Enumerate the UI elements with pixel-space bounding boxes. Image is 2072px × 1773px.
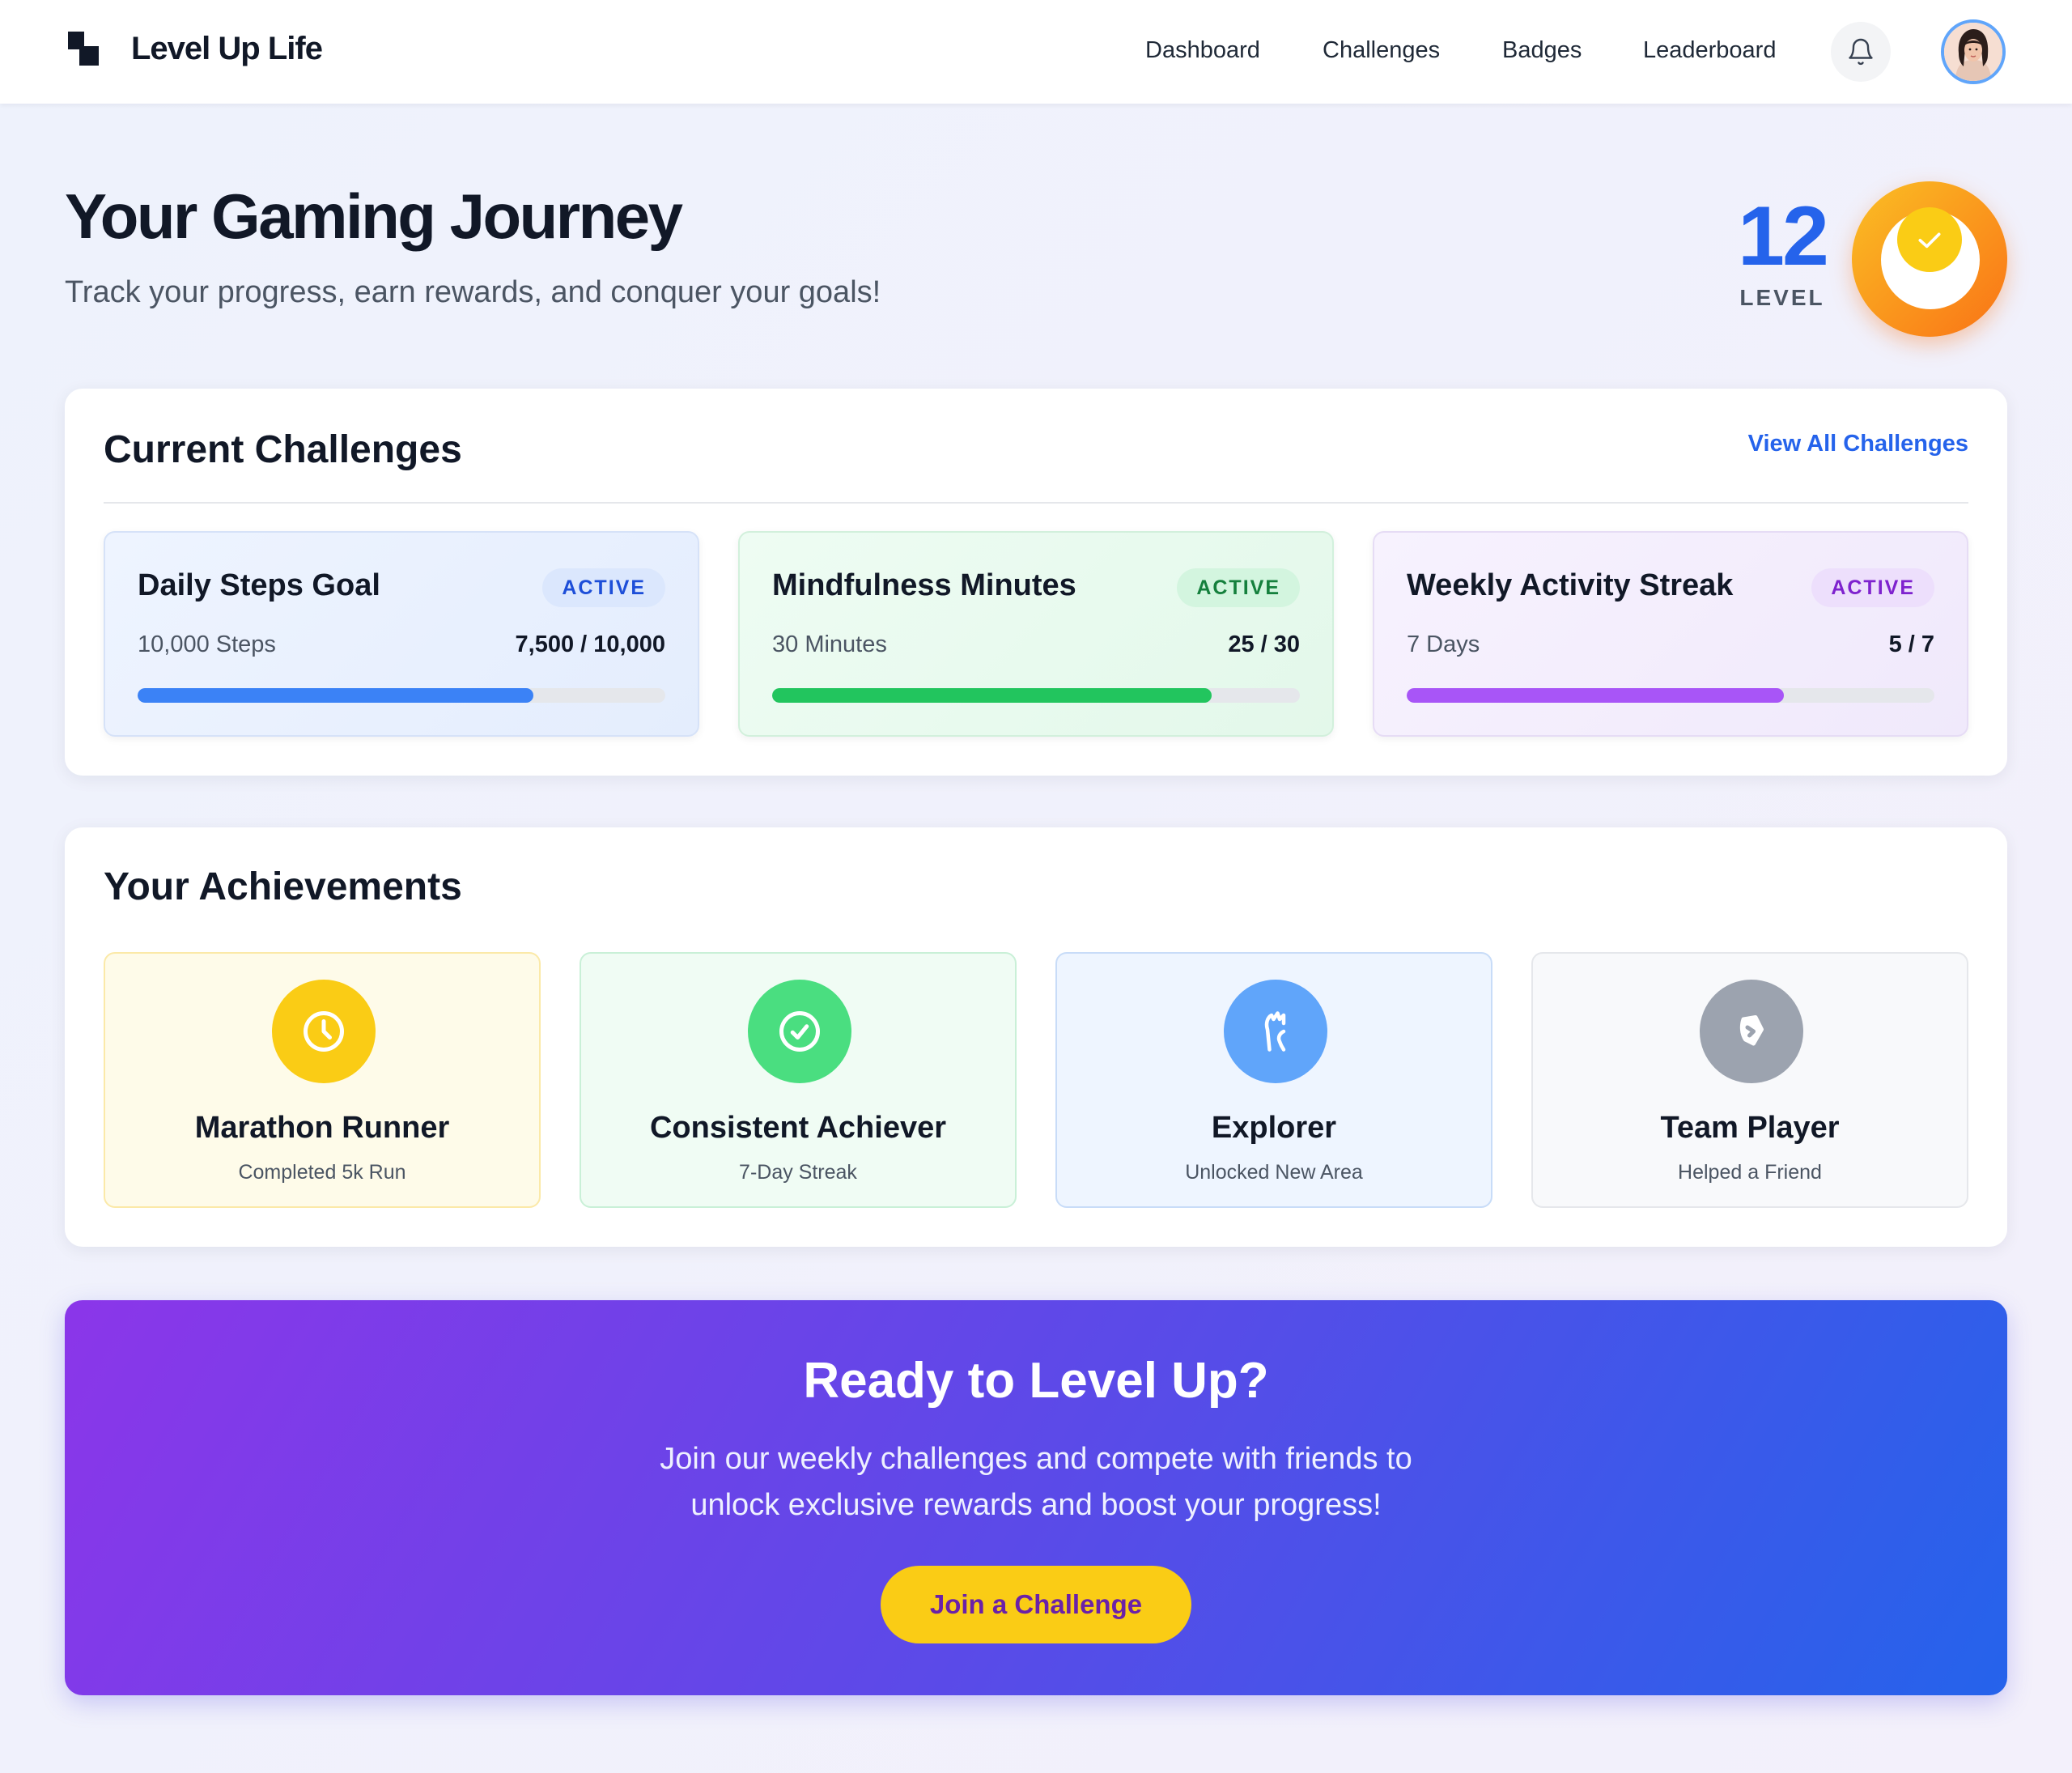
level-label: LEVEL — [1739, 285, 1825, 310]
check-circle-icon — [748, 980, 851, 1083]
progress-bar-fill — [1407, 688, 1784, 703]
bell-icon — [1849, 38, 1873, 66]
avatar-portrait-icon — [1944, 23, 2002, 81]
nav-challenges[interactable]: Challenges — [1323, 37, 1440, 64]
page-title: Your Gaming Journey — [65, 181, 683, 252]
challenge-target: 30 Minutes — [772, 631, 887, 657]
page-subtitle: Track your progress, earn rewards, and c… — [65, 275, 881, 309]
challenge-progress-text: 7,500 / 10,000 — [515, 631, 665, 657]
challenge-progress-text: 25 / 30 — [1228, 631, 1300, 657]
level-value: 12 — [1738, 189, 1829, 283]
achievement-desc: Completed 5k Run — [238, 1161, 406, 1184]
nav-badges[interactable]: Badges — [1502, 37, 1582, 64]
check-icon — [1897, 207, 1962, 272]
challenges-panel: Current Challenges View All Challenges D… — [65, 389, 2007, 776]
level-badge — [1852, 181, 2007, 337]
cta-text: Join our weekly challenges and compete w… — [660, 1442, 1412, 1522]
status-badge: ACTIVE — [1177, 568, 1300, 607]
achievement-desc: Helped a Friend — [1678, 1161, 1822, 1184]
progress-bar — [1407, 688, 1934, 703]
map-icon — [1224, 980, 1327, 1083]
challenge-target: 10,000 Steps — [138, 631, 276, 657]
handshake-icon — [1700, 980, 1803, 1083]
achievement-card-team-player[interactable]: Team Player Helped a Friend — [1531, 952, 1968, 1208]
user-avatar[interactable] — [1941, 19, 2006, 84]
cta-title: Ready to Level Up? — [803, 1353, 1269, 1409]
challenge-title: Weekly Activity Streak — [1407, 568, 1734, 602]
challenge-title: Mindfulness Minutes — [772, 568, 1076, 602]
achievements-panel: Your Achievements Marathon Runner Comple… — [65, 827, 2007, 1247]
notifications-button[interactable] — [1831, 22, 1891, 82]
achievement-title: Team Player — [1660, 1111, 1840, 1145]
challenge-target: 7 Days — [1407, 631, 1480, 657]
app-name: Level Up Life — [131, 31, 323, 66]
achievements-title: Your Achievements — [104, 865, 462, 908]
achievement-desc: Unlocked New Area — [1185, 1161, 1363, 1184]
progress-bar-fill — [138, 688, 533, 703]
achievement-title: Explorer — [1211, 1111, 1337, 1145]
divider — [104, 502, 1968, 504]
clock-icon — [272, 980, 376, 1083]
achievement-title: Consistent Achiever — [649, 1111, 947, 1145]
nav-leaderboard[interactable]: Leaderboard — [1643, 37, 1776, 64]
status-badge: ACTIVE — [542, 568, 665, 607]
achievement-card-marathon-runner[interactable]: Marathon Runner Completed 5k Run — [104, 952, 541, 1208]
challenge-card-daily-steps[interactable]: Daily Steps Goal ACTIVE 10,000 Steps 7,5… — [104, 531, 699, 737]
nav-dashboard[interactable]: Dashboard — [1145, 37, 1260, 64]
cta-banner: Ready to Level Up? Join our weekly chall… — [65, 1300, 2007, 1695]
challenge-card-weekly-streak[interactable]: Weekly Activity Streak ACTIVE 7 Days 5 /… — [1373, 531, 1968, 737]
brand[interactable]: Level Up Life — [68, 31, 323, 67]
brand-logo-icon — [68, 31, 100, 67]
challenges-title: Current Challenges — [104, 428, 462, 471]
achievement-desc: 7-Day Streak — [739, 1161, 857, 1184]
challenge-card-mindfulness[interactable]: Mindfulness Minutes ACTIVE 30 Minutes 25… — [738, 531, 1334, 737]
join-challenge-button[interactable]: Join a Challenge — [881, 1566, 1191, 1643]
achievement-card-consistent-achiever[interactable]: Consistent Achiever 7-Day Streak — [580, 952, 1017, 1208]
view-all-challenges-link[interactable]: View All Challenges — [1748, 431, 1968, 457]
challenge-title: Daily Steps Goal — [138, 568, 380, 602]
challenge-progress-text: 5 / 7 — [1888, 631, 1934, 657]
achievement-title: Marathon Runner — [194, 1111, 450, 1145]
progress-bar — [772, 688, 1300, 703]
status-badge: ACTIVE — [1811, 568, 1934, 607]
progress-bar-fill — [772, 688, 1212, 703]
achievement-card-explorer[interactable]: Explorer Unlocked New Area — [1055, 952, 1492, 1208]
top-navbar: Level Up Life Dashboard Challenges Badge… — [0, 0, 2072, 104]
progress-bar — [138, 688, 665, 703]
